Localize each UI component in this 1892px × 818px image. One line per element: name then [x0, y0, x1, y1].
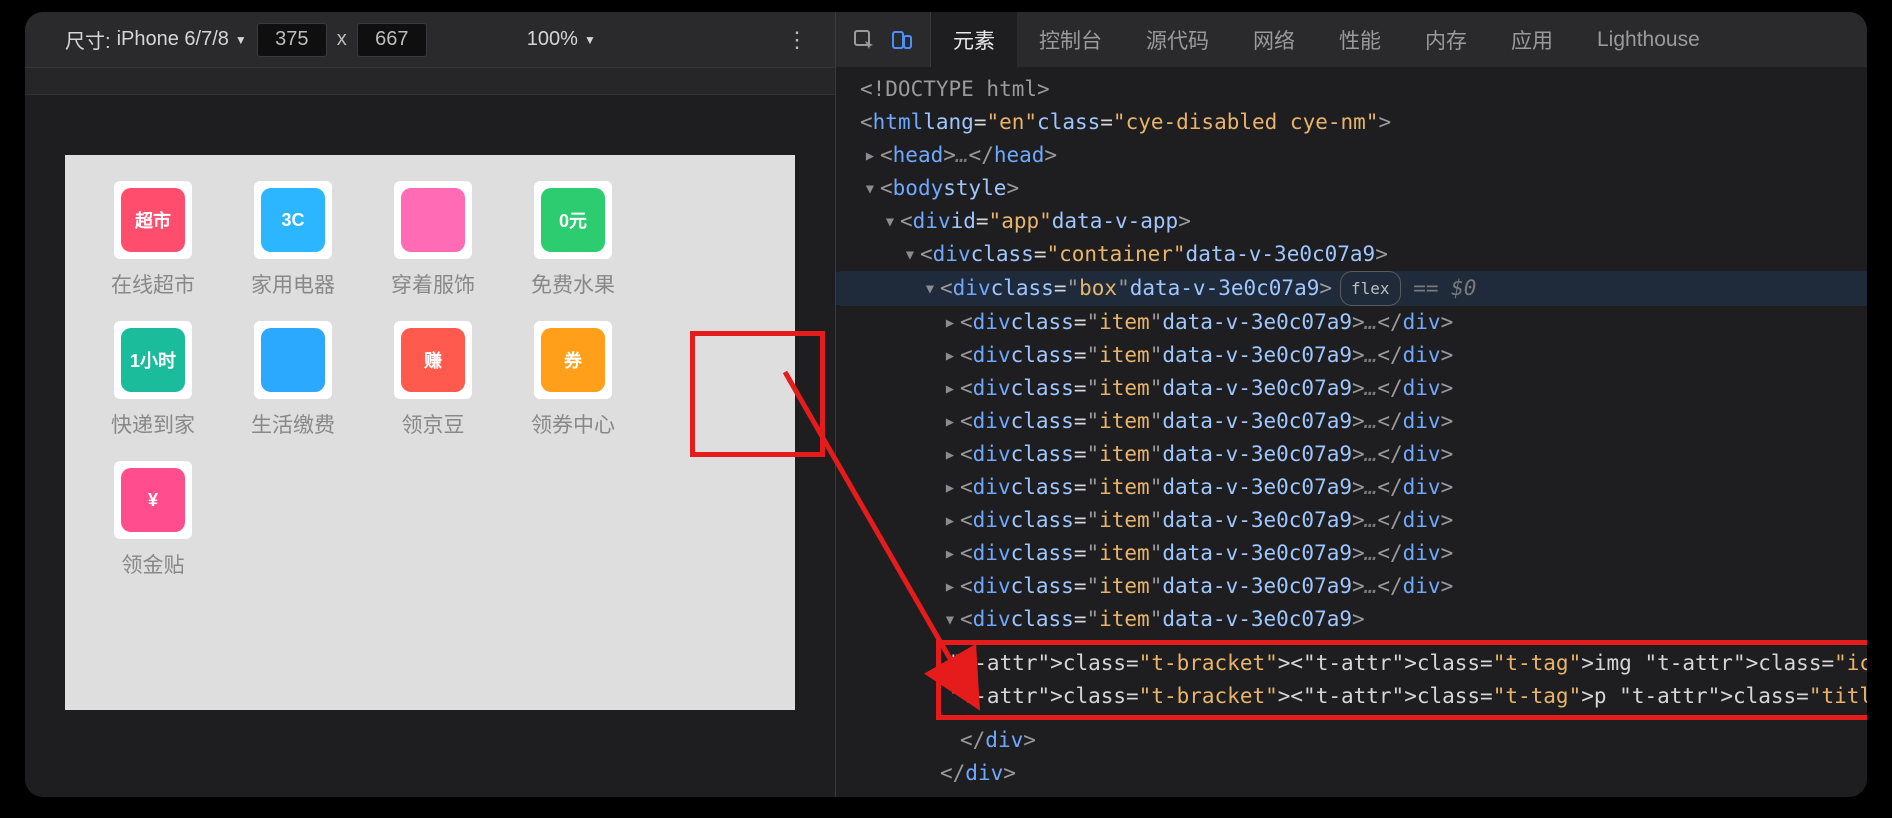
device-toolbar: 尺寸: iPhone 6/7/8 ▼ x 100% ▼ ⋮ — [25, 12, 835, 67]
app-grid-item[interactable]: 生活缴费 — [223, 321, 363, 439]
app-icon: 超市 — [114, 181, 192, 259]
devtools-tabs: 元素 控制台 源代码 网络 性能 内存 应用 Lighthouse — [836, 12, 1867, 67]
zoom-select[interactable]: 100% ▼ — [527, 28, 596, 51]
app-label: 生活缴费 — [251, 409, 335, 439]
zoom-value: 100% — [527, 28, 578, 51]
app-icon: 0元 — [534, 181, 612, 259]
disclosure-triangle[interactable]: ▾ — [920, 272, 940, 305]
chevron-down-icon: ▼ — [584, 33, 596, 47]
app-label: 领金贴 — [122, 549, 185, 579]
width-input[interactable] — [257, 23, 327, 57]
dim-x: x — [337, 28, 347, 51]
disclosure-triangle[interactable]: ▸ — [940, 471, 960, 504]
tab-application[interactable]: 应用 — [1489, 12, 1575, 67]
more-menu-button[interactable]: ⋮ — [777, 20, 817, 60]
app-grid-item[interactable]: ¥ 领金贴 — [83, 461, 223, 579]
tab-network[interactable]: 网络 — [1231, 12, 1317, 67]
highlight-box-dom: "t-attr">class="t-bracket"><"t-attr">cla… — [936, 640, 1867, 720]
tab-console[interactable]: 控制台 — [1017, 12, 1124, 67]
disclosure-triangle[interactable]: ▾ — [940, 603, 960, 636]
app-icon: 赚 — [394, 321, 472, 399]
disclosure-triangle[interactable]: ▸ — [940, 306, 960, 339]
app-icon: 1小时 — [114, 321, 192, 399]
disclosure-triangle[interactable]: ▾ — [880, 205, 900, 238]
device-name: iPhone 6/7/8 — [117, 28, 229, 51]
disclosure-triangle[interactable]: ▾ — [900, 238, 920, 271]
tab-lighthouse[interactable]: Lighthouse — [1575, 12, 1722, 67]
disclosure-triangle[interactable]: ▸ — [940, 537, 960, 570]
height-input[interactable] — [357, 23, 427, 57]
app-icon — [254, 321, 332, 399]
disclosure-triangle[interactable]: ▾ — [860, 172, 880, 205]
app-label: 免费水果 — [531, 269, 615, 299]
highlight-box-preview — [690, 331, 825, 457]
device-toggle-icon[interactable] — [888, 26, 916, 54]
dom-tree[interactable]: <!DOCTYPE html><html lang="en" class="cy… — [836, 67, 1867, 797]
dim-label: 尺寸: — [65, 25, 111, 54]
app-label: 穿着服饰 — [391, 269, 475, 299]
device-select[interactable]: iPhone 6/7/8 ▼ — [117, 28, 247, 51]
disclosure-triangle[interactable]: ▸ — [940, 570, 960, 603]
device-preview: 超市在线超市3C家用电器穿着服饰0元免费水果1小时快递到家生活缴费赚领京豆券领券… — [65, 155, 795, 710]
tab-performance[interactable]: 性能 — [1317, 12, 1403, 67]
app-icon: 3C — [254, 181, 332, 259]
chevron-down-icon: ▼ — [235, 33, 247, 47]
app-grid-item[interactable]: 券领券中心 — [503, 321, 643, 439]
app-icon — [394, 181, 472, 259]
app-grid-item[interactable]: 赚领京豆 — [363, 321, 503, 439]
app-icon: 券 — [534, 321, 612, 399]
app-grid-item[interactable]: 穿着服饰 — [363, 181, 503, 299]
breadcrumb-dots[interactable]: ⋯ — [836, 272, 840, 305]
app-label: 领京豆 — [402, 409, 465, 439]
app-grid-item[interactable]: 3C 家用电器 — [223, 181, 363, 299]
disclosure-triangle[interactable]: ▸ — [940, 504, 960, 537]
disclosure-triangle[interactable]: ▸ — [940, 405, 960, 438]
app-label: 家用电器 — [251, 269, 335, 299]
disclosure-triangle[interactable]: ▸ — [940, 339, 960, 372]
app-label: 快递到家 — [111, 409, 195, 439]
app-label: 在线超市 — [111, 269, 195, 299]
disclosure-triangle[interactable]: ▸ — [940, 372, 960, 405]
inspect-element-icon[interactable] — [850, 26, 878, 54]
disclosure-triangle[interactable]: ▸ — [860, 139, 880, 172]
app-grid-item[interactable]: 1小时快递到家 — [83, 321, 223, 439]
app-icon: ¥ — [114, 461, 192, 539]
disclosure-triangle[interactable]: ▸ — [940, 438, 960, 471]
app-grid-item[interactable]: 0元免费水果 — [503, 181, 643, 299]
app-grid-item[interactable] — [223, 461, 363, 579]
tab-sources[interactable]: 源代码 — [1124, 12, 1231, 67]
tab-memory[interactable]: 内存 — [1403, 12, 1489, 67]
app-label: 领券中心 — [531, 409, 615, 439]
app-grid-item[interactable]: 超市在线超市 — [83, 181, 223, 299]
tab-elements[interactable]: 元素 — [931, 12, 1017, 67]
ruler-bar — [25, 67, 835, 95]
